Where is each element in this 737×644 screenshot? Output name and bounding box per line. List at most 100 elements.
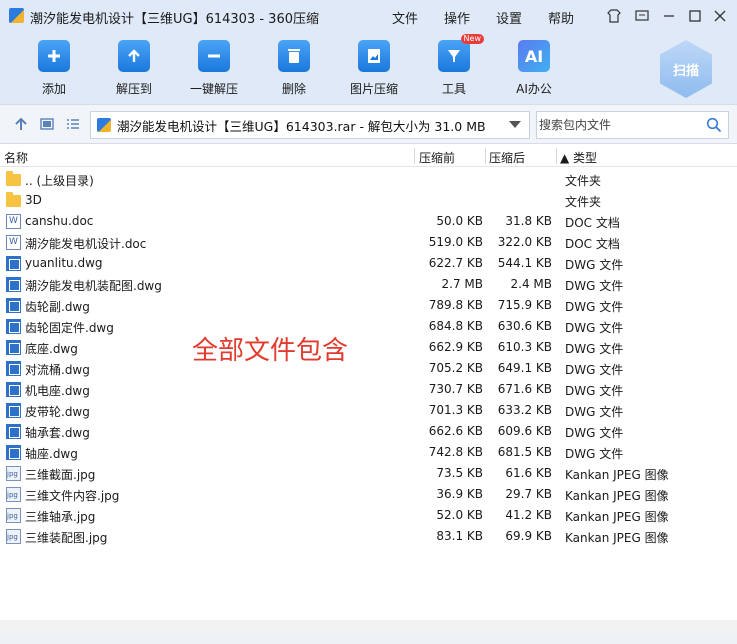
file-row[interactable]: 齿轮副.dwg 789.8 KB 715.9 KB DWG 文件 [0, 295, 737, 316]
column-divider[interactable] [485, 148, 486, 164]
list-header: 名称 压缩前 压缩后 ▲ 类型 [0, 145, 737, 167]
jpg-file-icon [6, 466, 21, 481]
dwg-file-icon [6, 382, 21, 397]
add-icon [38, 40, 70, 72]
image-compress-button[interactable]: 图片压缩 [339, 40, 409, 100]
tools-button[interactable]: New 工具 [419, 34, 489, 100]
extract-to-button[interactable]: 解压到 [99, 40, 169, 100]
file-row[interactable]: 潮汐能发电机装配图.dwg 2.7 MB 2.4 MB DWG 文件 [0, 274, 737, 295]
close-icon[interactable] [711, 7, 729, 25]
navigation-bar: 潮汐能发电机设计【三维UG】614303.rar - 解包大小为 31.0 MB [0, 104, 737, 144]
one-click-extract-button[interactable]: 一键解压 [179, 40, 249, 100]
file-size-before: 83.1 KB [436, 529, 483, 543]
file-type: DWG 文件 [565, 426, 624, 440]
search-box[interactable] [536, 111, 729, 139]
file-row[interactable]: yuanlitu.dwg 622.7 KB 544.1 KB DWG 文件 [0, 253, 737, 274]
file-name: 3D [25, 193, 42, 207]
jpg-file-icon [6, 508, 21, 523]
feedback-icon[interactable] [633, 7, 651, 25]
file-type: DWG 文件 [565, 258, 624, 272]
file-name: canshu.doc [25, 214, 94, 228]
column-divider[interactable] [414, 148, 415, 164]
file-name: 皮带轮.dwg [25, 405, 90, 419]
ai-office-label: AI办公 [516, 82, 552, 96]
file-type: 文件夹 [565, 174, 602, 188]
dwg-file-icon [6, 319, 21, 334]
menu-operation[interactable]: 操作 [444, 8, 470, 27]
column-name[interactable]: 名称 [4, 149, 28, 166]
dwg-file-icon [6, 361, 21, 376]
file-name: 轴座.dwg [25, 447, 78, 461]
menu-file[interactable]: 文件 [392, 8, 418, 27]
ai-office-button[interactable]: AI AI办公 [499, 40, 569, 100]
file-size-before: 36.9 KB [436, 487, 483, 501]
up-arrow-icon[interactable] [12, 115, 30, 133]
thumbnail-view-icon[interactable] [38, 115, 56, 133]
file-size-before: 519.0 KB [428, 235, 483, 249]
file-list: .. (上级目录) 文件夹 3D 文件夹 canshu.doc 50.0 KB 31.8 K… [0, 169, 737, 547]
search-input[interactable] [537, 112, 697, 138]
archive-path: 潮汐能发电机设计【三维UG】614303.rar - 解包大小为 31.0 MB [117, 118, 486, 134]
file-name: 轴承套.dwg [25, 426, 90, 440]
file-row[interactable]: 底座.dwg 662.9 KB 610.3 KB DWG 文件 [0, 337, 737, 358]
file-row[interactable]: .. (上级目录) 文件夹 [0, 169, 737, 190]
file-row[interactable]: 三维轴承.jpg 52.0 KB 41.2 KB Kankan JPEG 图像 [0, 505, 737, 526]
file-name: 三维截面.jpg [25, 468, 96, 482]
file-size-after: 610.3 KB [497, 340, 552, 354]
file-size-before: 622.7 KB [428, 256, 483, 270]
column-compressed[interactable]: 压缩后 [489, 149, 525, 166]
tools-icon: New [438, 34, 484, 72]
archive-path-box[interactable]: 潮汐能发电机设计【三维UG】614303.rar - 解包大小为 31.0 MB [90, 111, 530, 139]
status-bar [0, 632, 737, 644]
list-view-icon[interactable] [64, 115, 82, 133]
file-size-before: 742.8 KB [428, 445, 483, 459]
file-type: DWG 文件 [565, 300, 624, 314]
file-row[interactable]: 3D 文件夹 [0, 190, 737, 211]
file-type: DWG 文件 [565, 342, 624, 356]
file-size-after: 322.0 KB [497, 235, 552, 249]
file-row[interactable]: 机电座.dwg 730.7 KB 671.6 KB DWG 文件 [0, 379, 737, 400]
ai-office-icon: AI [518, 40, 550, 72]
minimize-icon[interactable] [660, 7, 678, 25]
file-row[interactable]: canshu.doc 50.0 KB 31.8 KB DOC 文档 [0, 211, 737, 232]
dwg-file-icon [6, 277, 21, 292]
file-row[interactable]: 对流桶.dwg 705.2 KB 649.1 KB DWG 文件 [0, 358, 737, 379]
file-name: 齿轮副.dwg [25, 300, 90, 314]
column-packed[interactable]: 压缩前 [419, 149, 455, 166]
file-name: 齿轮固定件.dwg [25, 321, 114, 335]
column-type[interactable]: ▲ 类型 [560, 149, 597, 166]
file-type: Kankan JPEG 图像 [565, 468, 669, 482]
file-row[interactable]: 三维装配图.jpg 83.1 KB 69.9 KB Kankan JPEG 图像 [0, 526, 737, 547]
dwg-file-icon [6, 340, 21, 355]
app-logo-icon [9, 8, 24, 23]
file-row[interactable]: 轴承套.dwg 662.6 KB 609.6 KB DWG 文件 [0, 421, 737, 442]
file-size-before: 662.6 KB [428, 424, 483, 438]
dwg-file-icon [6, 256, 21, 271]
maximize-icon[interactable] [686, 7, 704, 25]
menu-settings[interactable]: 设置 [496, 8, 522, 27]
delete-button[interactable]: 删除 [259, 40, 329, 100]
file-type: Kankan JPEG 图像 [565, 510, 669, 524]
skin-icon[interactable] [605, 7, 623, 25]
column-divider[interactable] [556, 148, 557, 164]
delete-icon [278, 40, 310, 72]
file-row[interactable]: 潮汐能发电机设计.doc 519.0 KB 322.0 KB DOC 文档 [0, 232, 737, 253]
toolbar: 添加 解压到 一键解压 删除 图片压缩 New 工具 AI AI办公 扫描 [0, 32, 737, 104]
search-icon[interactable] [706, 117, 722, 133]
file-row[interactable]: 齿轮固定件.dwg 684.8 KB 630.6 KB DWG 文件 [0, 316, 737, 337]
file-row[interactable]: 轴座.dwg 742.8 KB 681.5 KB DWG 文件 [0, 442, 737, 463]
jpg-file-icon [6, 487, 21, 502]
file-type: DWG 文件 [565, 279, 624, 293]
menu-help[interactable]: 帮助 [548, 8, 574, 27]
scan-button[interactable]: 扫描 [660, 40, 712, 98]
file-size-before: 684.8 KB [428, 319, 483, 333]
file-row[interactable]: 三维截面.jpg 73.5 KB 61.6 KB Kankan JPEG 图像 [0, 463, 737, 484]
file-name: 三维文件内容.jpg [25, 489, 120, 503]
file-row[interactable]: 皮带轮.dwg 701.3 KB 633.2 KB DWG 文件 [0, 400, 737, 421]
doc-file-icon [6, 214, 21, 229]
file-row[interactable]: 三维文件内容.jpg 36.9 KB 29.7 KB Kankan JPEG 图像 [0, 484, 737, 505]
overlay-caption: 全部文件包含 [192, 336, 349, 366]
horizontal-scrollbar[interactable] [0, 620, 737, 632]
path-dropdown-icon[interactable] [509, 121, 521, 128]
add-button[interactable]: 添加 [19, 40, 89, 100]
